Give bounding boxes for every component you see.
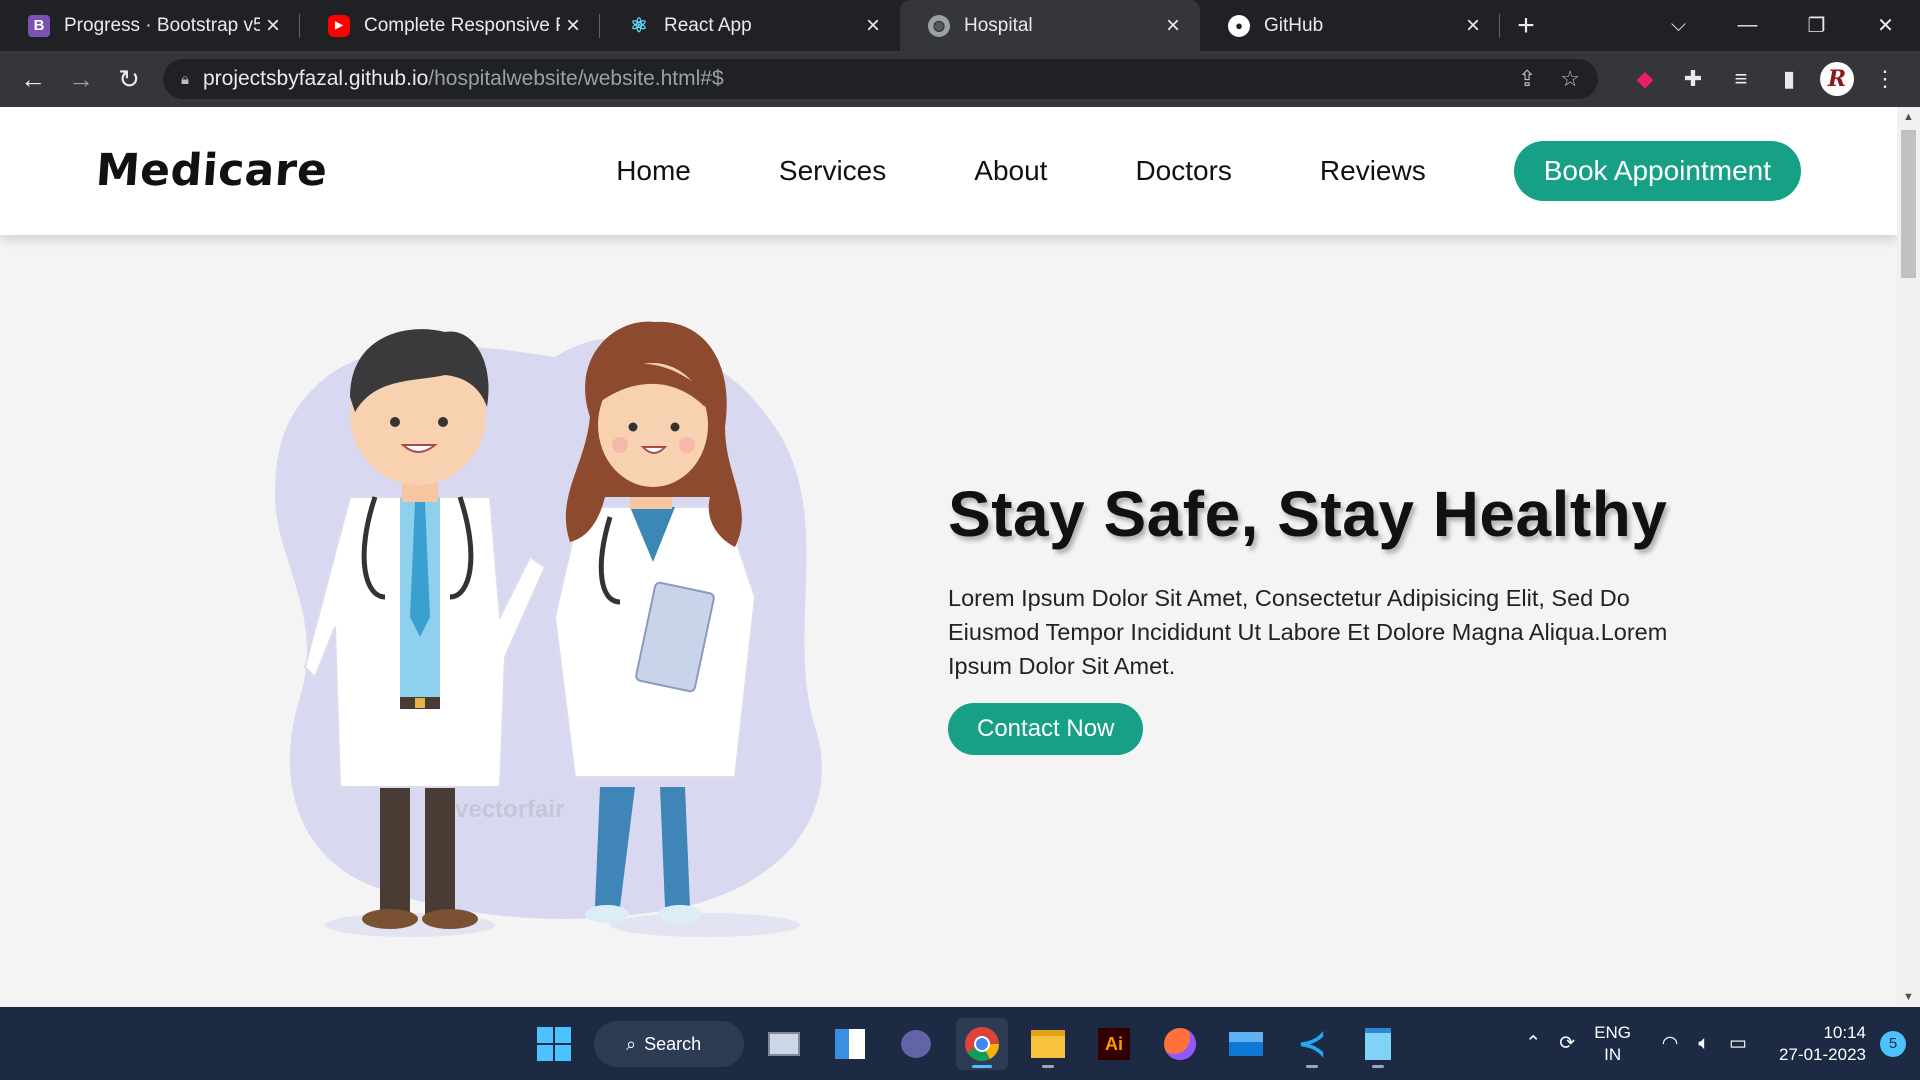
book-appointment-button[interactable]: Book Appointment	[1513, 141, 1801, 201]
back-icon[interactable]: ←	[9, 55, 57, 103]
hero-description: Lorem Ipsum Dolor Sit Amet, Consectetur …	[948, 585, 1668, 679]
tab-title: Hospital	[964, 14, 1033, 36]
github-icon: ●	[1228, 14, 1250, 37]
clock[interactable]: 10:14 27-01-2023	[1779, 1022, 1866, 1066]
vscode-icon[interactable]: ≺	[1286, 1018, 1338, 1070]
close-icon[interactable]: ×	[1160, 12, 1186, 39]
task-view-icon[interactable]	[758, 1018, 810, 1070]
close-icon[interactable]: ×	[1460, 12, 1486, 39]
mail-icon[interactable]	[1220, 1018, 1272, 1070]
tab-bootstrap[interactable]: B Progress · Bootstrap v5.3 ×	[0, 0, 300, 51]
chrome-icon[interactable]	[956, 1018, 1008, 1070]
close-icon[interactable]: ×	[560, 12, 586, 39]
firefox-icon[interactable]	[1154, 1018, 1206, 1070]
globe-icon: ◍	[928, 14, 950, 37]
file-explorer-icon[interactable]	[1022, 1018, 1074, 1070]
tab-title: Complete Responsive Personal Portfolio	[364, 14, 560, 36]
watermark-text: vectorfair	[455, 796, 564, 823]
minimize-icon[interactable]: —	[1713, 0, 1782, 51]
page-scrollbar[interactable]: ▲ ▼	[1897, 107, 1920, 1007]
teams-chat-icon[interactable]	[890, 1018, 942, 1070]
tab-title: Progress · Bootstrap v5.3	[64, 14, 260, 36]
browser-toolbar: ← → ↻ 🔒︎ projectsbyfazal.github.io/hospi…	[0, 51, 1920, 107]
close-icon[interactable]: ×	[860, 12, 886, 39]
language-indicator[interactable]: ENG IN	[1594, 1022, 1631, 1066]
site-nav: Home Services About Doctors Reviews Book…	[616, 141, 1801, 201]
window-controls: ⌵ — ❐ ✕	[1644, 0, 1920, 51]
nav-doctors-link[interactable]: Doctors	[1135, 155, 1231, 187]
start-button[interactable]	[528, 1018, 580, 1070]
lock-icon[interactable]: 🔒︎	[181, 71, 189, 88]
search-icon: ⌕	[626, 1033, 637, 1054]
taskbar-search[interactable]: ⌕ Search	[594, 1021, 744, 1067]
windows-logo-icon	[537, 1027, 571, 1061]
tab-react[interactable]: ⚛ React App ×	[600, 0, 900, 51]
tab-search-icon[interactable]: ⌵	[1644, 0, 1713, 51]
nav-services-link[interactable]: Services	[779, 155, 886, 187]
share-icon[interactable]: ⇪	[1518, 66, 1536, 92]
url-text[interactable]: projectsbyfazal.github.io/hospitalwebsit…	[203, 67, 724, 91]
doctors-illustration: vectorfair	[275, 321, 822, 937]
notepad-icon[interactable]	[1352, 1018, 1404, 1070]
scrollbar-thumb[interactable]	[1901, 130, 1916, 278]
widgets-icon[interactable]	[824, 1018, 876, 1070]
sync-icon[interactable]: ⟳	[1550, 1032, 1584, 1055]
chevron-up-icon[interactable]: ⌃	[1516, 1032, 1550, 1055]
wifi-icon[interactable]: ◠	[1653, 1032, 1687, 1055]
nav-about-link[interactable]: About	[974, 155, 1047, 187]
system-tray: ⌃ ⟳ ENG IN ◠ 🔈︎ ▭ 10:14 27-01-2023 5	[1516, 1007, 1906, 1080]
battery-icon[interactable]: ▭	[1721, 1032, 1755, 1055]
site-logo[interactable]: Medicare	[94, 145, 329, 196]
site-header: Medicare Home Services About Doctors Rev…	[0, 107, 1897, 235]
nav-home-link[interactable]: Home	[616, 155, 691, 187]
address-bar[interactable]: 🔒︎ projectsbyfazal.github.io/hospitalweb…	[163, 59, 1598, 99]
close-window-icon[interactable]: ✕	[1851, 0, 1920, 51]
restore-icon[interactable]: ❐	[1782, 0, 1851, 51]
extensions-puzzle-icon[interactable]: ✚	[1676, 62, 1710, 96]
volume-icon[interactable]: 🔈︎	[1687, 1033, 1721, 1055]
browser-tab-strip: B Progress · Bootstrap v5.3 × ▶ Complete…	[0, 0, 1920, 51]
reload-icon[interactable]: ↻	[105, 55, 153, 103]
media-control-icon[interactable]: ≡	[1724, 62, 1758, 96]
react-icon: ⚛	[630, 15, 648, 37]
color-picker-extension-icon[interactable]: ◆	[1628, 62, 1662, 96]
notification-badge[interactable]: 5	[1880, 1030, 1906, 1057]
scroll-down-icon[interactable]: ▼	[1903, 991, 1914, 1003]
hero-title: Stay Safe, Stay Healthy	[948, 478, 1668, 550]
windows-taskbar: ⌕ Search Ai ≺ ⌃ ⟳ ENG IN ◠ 🔈︎ ▭ 10:14 27…	[0, 1007, 1920, 1080]
tab-github[interactable]: ● GitHub ×	[1200, 0, 1500, 51]
illustrator-icon[interactable]: Ai	[1088, 1018, 1140, 1070]
tab-hospital[interactable]: ◍ Hospital ×	[900, 0, 1200, 51]
scroll-up-icon[interactable]: ▲	[1903, 111, 1914, 123]
contact-now-button[interactable]: Contact Now	[948, 703, 1144, 755]
page-viewport: Medicare Home Services About Doctors Rev…	[0, 107, 1897, 1007]
side-panel-icon[interactable]: ▮	[1772, 62, 1806, 96]
tab-title: GitHub	[1264, 14, 1324, 36]
nav-reviews-link[interactable]: Reviews	[1320, 155, 1426, 187]
profile-avatar[interactable]: R	[1820, 62, 1854, 96]
youtube-icon: ▶	[328, 14, 350, 37]
bookmark-star-icon[interactable]: ☆	[1560, 66, 1580, 92]
tab-title: React App	[664, 14, 752, 36]
new-tab-button[interactable]: +	[1500, 0, 1552, 51]
bootstrap-icon: B	[28, 14, 50, 37]
menu-kebab-icon[interactable]: ⋮	[1868, 62, 1902, 96]
tab-youtube[interactable]: ▶ Complete Responsive Personal Portfolio…	[300, 0, 600, 51]
forward-icon[interactable]: →	[57, 55, 105, 103]
hero-content: Stay Safe, Stay Healthy Lorem Ipsum Dolo…	[948, 477, 1708, 755]
close-icon[interactable]: ×	[260, 12, 286, 39]
